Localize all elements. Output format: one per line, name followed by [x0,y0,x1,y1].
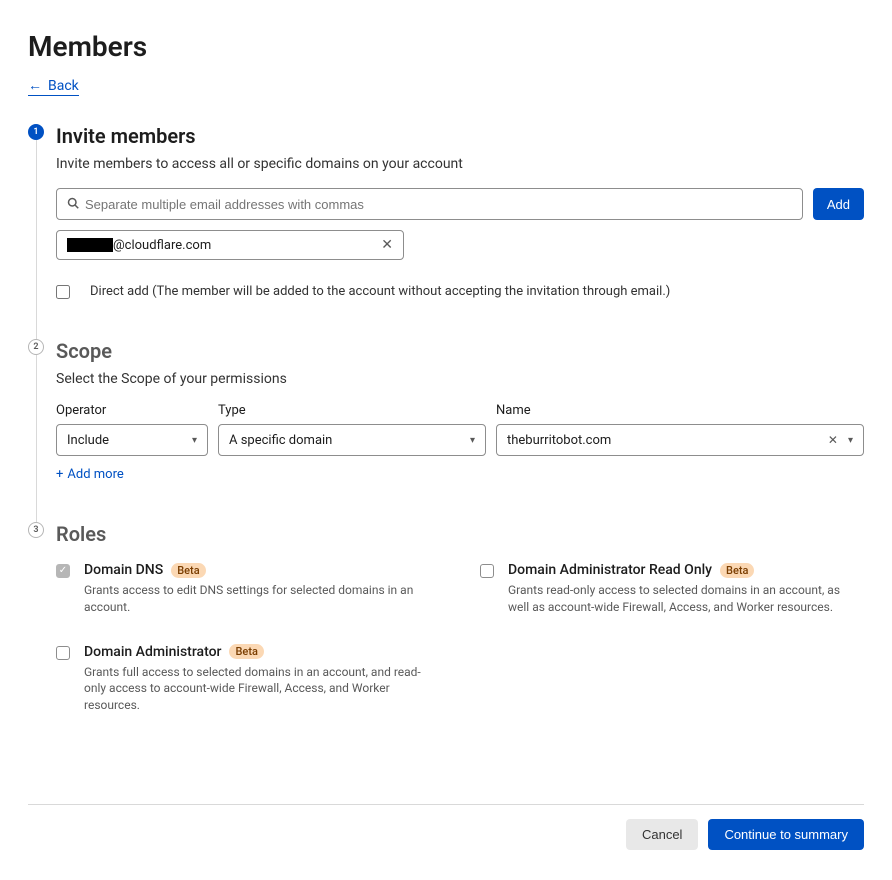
role-description: Grants read-only access to selected doma… [508,582,864,616]
step1-heading: Invite members [56,124,864,148]
type-select[interactable]: A specific domain ▾ [218,424,486,456]
plus-icon: + [56,467,63,482]
role-item: Domain Administrator Read Only Beta Gran… [480,562,864,616]
direct-add-row[interactable]: Direct add (The member will be added to … [56,284,864,299]
step-badge-1: 1 [28,124,44,140]
name-select[interactable]: theburritobot.com ✕ ▾ [496,424,864,456]
role-item: Domain Administrator Beta Grants full ac… [56,644,440,714]
role-description: Grants access to edit DNS settings for s… [84,582,440,616]
clear-icon[interactable]: ✕ [828,433,838,447]
role-title: Domain Administrator Read Only [508,562,712,578]
search-icon [67,197,79,212]
step3-heading: Roles [56,522,864,546]
label-type: Type [218,403,486,418]
arrow-left-icon: ← [28,77,42,94]
operator-select[interactable]: Include ▾ [56,424,208,456]
email-chip-domain: @cloudflare.com [113,238,211,253]
footer-bar: Cancel Continue to summary [28,804,864,850]
chevron-down-icon: ▾ [192,435,197,446]
back-link[interactable]: ← Back [28,77,79,96]
step2-description: Select the Scope of your permissions [56,371,864,387]
label-operator: Operator [56,403,208,418]
role-checkbox[interactable] [56,646,70,660]
role-item: Domain DNS Beta Grants access to edit DN… [56,562,440,616]
beta-badge: Beta [171,563,205,578]
continue-button[interactable]: Continue to summary [708,819,864,850]
type-value: A specific domain [229,433,332,448]
step-invite: 1 Invite members Invite members to acces… [56,124,864,299]
role-title: Domain DNS [84,562,163,578]
redacted-email-local [67,238,113,252]
email-input[interactable] [85,189,792,219]
step2-heading: Scope [56,339,864,363]
page-title: Members [28,30,864,63]
chevron-down-icon: ▾ [470,435,475,446]
back-link-label: Back [48,78,79,94]
beta-badge: Beta [229,644,263,659]
email-input-wrap[interactable] [56,188,803,220]
chevron-down-icon: ▾ [848,435,853,446]
role-checkbox[interactable] [56,564,70,578]
step-roles: 3 Roles Domain DNS Beta Grants access to… [56,522,864,714]
email-chip: @cloudflare.com ✕ [56,230,404,260]
remove-chip-icon[interactable]: ✕ [381,237,393,253]
role-title: Domain Administrator [84,644,221,660]
beta-badge: Beta [720,563,754,578]
role-description: Grants full access to selected domains i… [84,664,440,714]
label-name: Name [496,403,864,418]
step-badge-3: 3 [28,522,44,538]
direct-add-checkbox[interactable] [56,285,70,299]
step1-description: Invite members to access all or specific… [56,156,864,172]
cancel-button[interactable]: Cancel [626,819,698,850]
step-badge-2: 2 [28,339,44,355]
operator-value: Include [67,433,109,448]
add-button[interactable]: Add [813,188,864,220]
name-value: theburritobot.com [507,433,611,448]
direct-add-label: Direct add (The member will be added to … [90,284,670,299]
role-checkbox[interactable] [480,564,494,578]
add-more-link[interactable]: + Add more [56,467,124,482]
add-more-label: Add more [67,467,123,482]
step-scope: 2 Scope Select the Scope of your permiss… [56,339,864,482]
